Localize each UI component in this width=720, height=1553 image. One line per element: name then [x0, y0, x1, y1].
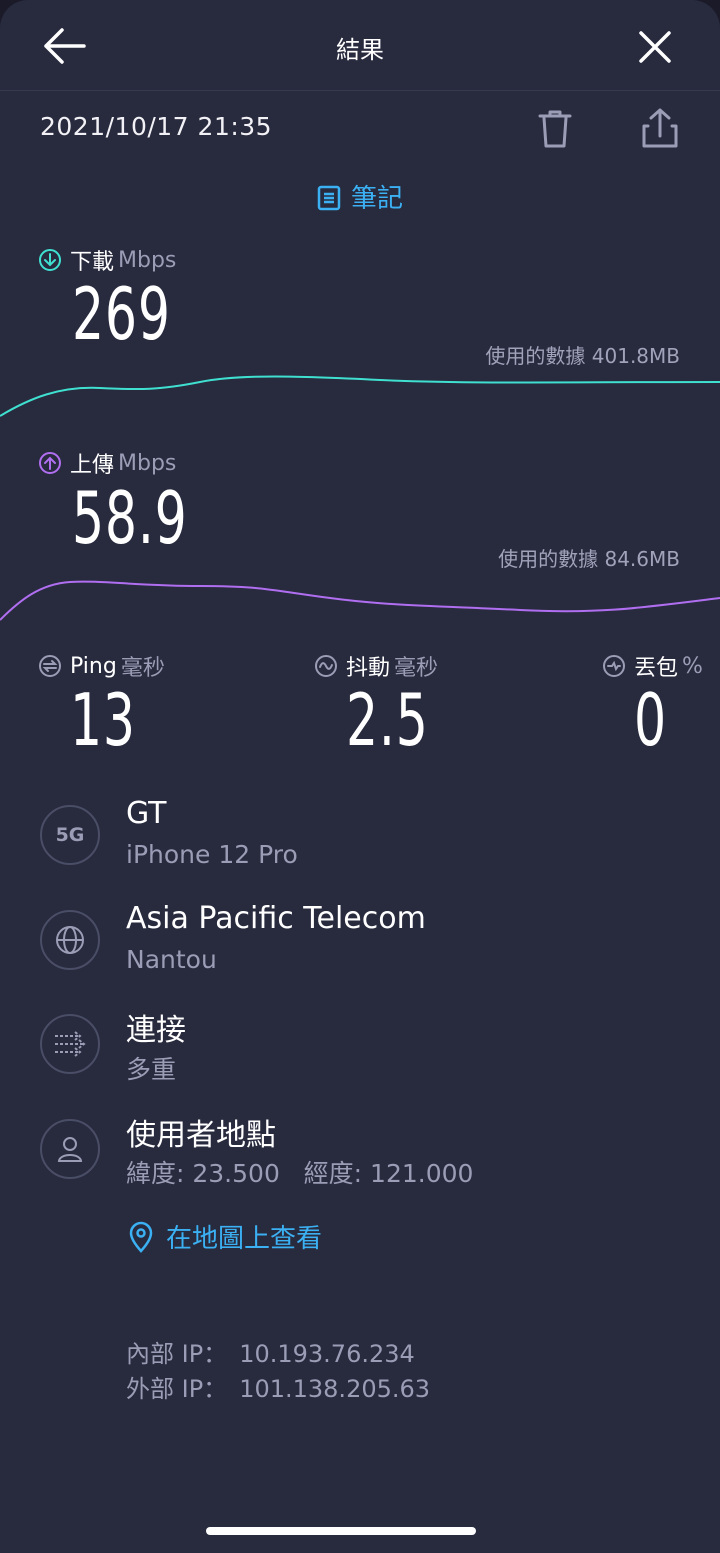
- server-location: Nantou: [126, 945, 217, 974]
- download-data-used: 使用的數據 401.8MB: [485, 344, 680, 368]
- header-divider: [0, 90, 720, 91]
- trash-icon: [538, 110, 572, 148]
- jitter-value: 2.5: [346, 678, 429, 762]
- isp-name: Asia Pacific Telecom: [126, 901, 426, 936]
- speedtest-result-screen: 結果 2021/10/17 21:35 筆記 下載 Mbps 269 使用的數據…: [0, 0, 720, 1553]
- ping-icon: [39, 655, 61, 677]
- user-coordinates: 緯度: 23.500 經度: 121.000: [126, 1159, 474, 1188]
- user-location-title: 使用者地點: [126, 1118, 276, 1153]
- isp-badge: [40, 910, 100, 970]
- upload-label-text: 上傳: [70, 453, 115, 478]
- download-speed-graph: [0, 375, 720, 417]
- result-datetime: 2021/10/17 21:35: [40, 112, 273, 141]
- device-name: iPhone 12 Pro: [126, 840, 298, 869]
- jitter-icon: [315, 655, 337, 677]
- connections-title: 連接: [126, 1013, 186, 1048]
- download-unit: Mbps: [118, 247, 177, 273]
- view-on-map-link[interactable]: 在地圖上查看: [128, 1218, 322, 1255]
- upload-unit: Mbps: [118, 450, 177, 476]
- share-button[interactable]: [640, 106, 680, 150]
- upload-speed-graph: [0, 580, 720, 621]
- home-indicator[interactable]: [206, 1527, 476, 1535]
- view-on-map-label: 在地圖上查看: [166, 1224, 323, 1254]
- carrier-name: GT: [126, 796, 167, 831]
- page-title: 結果: [336, 36, 384, 64]
- upload-value: 58.9: [72, 476, 188, 560]
- close-button[interactable]: [636, 28, 676, 68]
- network-type-badge: 5G: [40, 805, 100, 865]
- 5g-icon: 5G: [55, 824, 85, 846]
- notes-icon: [317, 185, 341, 211]
- close-icon: [639, 31, 671, 63]
- download-value: 269: [72, 272, 171, 356]
- globe-icon: [56, 926, 84, 954]
- upload-label: 上傳 Mbps: [38, 447, 176, 479]
- external-ip: 外部 IP： 101.138.205.63: [126, 1375, 431, 1403]
- connections-icon: [55, 1031, 86, 1057]
- upload-icon: [39, 452, 61, 474]
- notes-label: 筆記: [350, 184, 403, 214]
- connections-badge: [40, 1014, 100, 1074]
- download-icon: [39, 249, 61, 271]
- delete-button[interactable]: [536, 108, 574, 152]
- notes-button[interactable]: 筆記: [0, 178, 720, 215]
- ping-value: 13: [70, 678, 136, 762]
- user-location-badge: [40, 1119, 100, 1179]
- packet-loss-icon: [603, 655, 625, 677]
- loss-value: 0: [634, 678, 667, 762]
- internal-ip: 內部 IP： 10.193.76.234: [126, 1340, 415, 1368]
- connections-mode: 多重: [126, 1055, 177, 1084]
- user-icon: [57, 1137, 83, 1162]
- upload-data-used: 使用的數據 84.6MB: [498, 547, 680, 571]
- share-icon: [642, 108, 678, 148]
- location-pin-icon: [129, 1221, 153, 1253]
